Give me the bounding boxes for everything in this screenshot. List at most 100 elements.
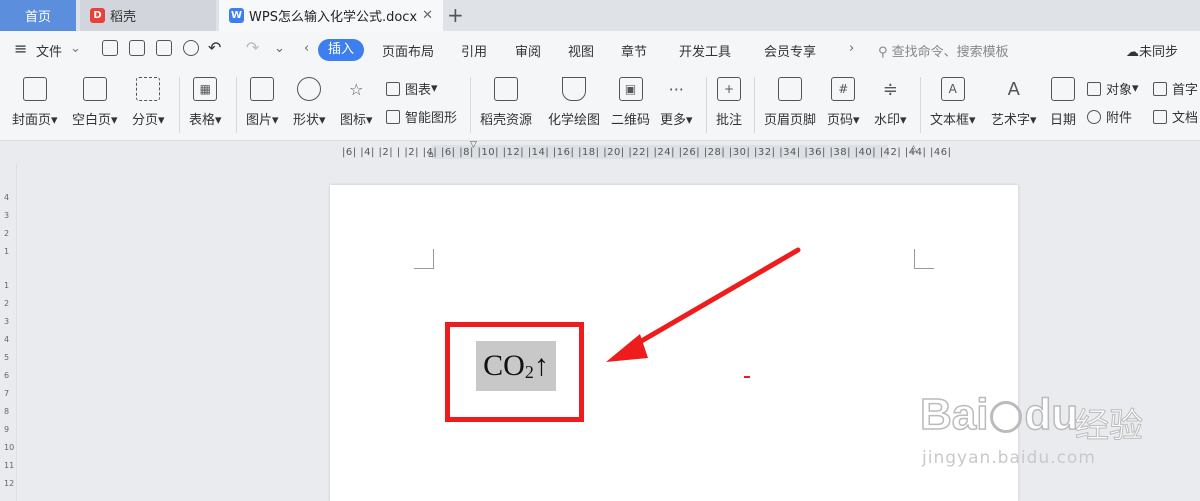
vruler-number: 3 — [4, 211, 10, 220]
tab-view[interactable]: 视图 — [568, 41, 594, 60]
chevron-down-icon[interactable]: ⌄ — [70, 41, 81, 56]
watermark-icon: ≑ — [882, 78, 898, 100]
page-break-label: 分页 — [132, 113, 159, 128]
chem-draw-button[interactable]: 化学绘图 — [548, 77, 600, 128]
right-indent-marker[interactable]: △ — [910, 144, 917, 154]
dropcap-icon — [1153, 81, 1167, 96]
insert-ribbon: 封面页▾ 空白页▾ 分页▾ ▦ 表格▾ 图片▾ 形状▾ ☆ 图标▾ 图表 ▾ 智能图形… — [0, 69, 1200, 141]
vruler-number: 2 — [4, 229, 10, 238]
dropcap-button[interactable]: 首字 — [1153, 79, 1198, 98]
cover-page-button[interactable]: 封面页▾ — [12, 77, 58, 128]
object-button[interactable]: 对象 ▾ — [1087, 79, 1139, 98]
tab-page-layout[interactable]: 页面布局 — [382, 41, 434, 60]
picture-button[interactable]: 图片▾ — [246, 77, 279, 128]
textbox-label: 文本框 — [930, 113, 970, 128]
tab-member[interactable]: 会员专享 — [764, 41, 816, 60]
divider — [470, 77, 471, 133]
tab-daoke-label: 稻壳 — [110, 10, 137, 25]
page-number-icon: # — [831, 77, 856, 101]
wordart-label: 艺术字 — [991, 113, 1031, 128]
calendar-icon — [1051, 77, 1075, 101]
document-part-icon — [1153, 109, 1167, 124]
first-line-indent-marker[interactable]: ▽ — [470, 140, 477, 150]
jingyan-text: 经验 — [1075, 406, 1144, 447]
watermark-button[interactable]: ≑ 水印▾ — [874, 77, 907, 129]
redo-icon[interactable]: ↷ — [246, 38, 259, 57]
divider — [920, 77, 921, 133]
baidu-jingyan-watermark: Bai du 经验 jingyan.baidu.com — [919, 370, 1150, 480]
daoke-resources-button[interactable]: 稻壳资源 — [480, 77, 532, 128]
tab-daoke[interactable]: D 稻壳 — [80, 0, 216, 31]
word-doc-icon: W — [229, 8, 244, 23]
vruler-number: 9 — [4, 425, 10, 434]
comment-icon: + — [717, 77, 741, 101]
tab-references[interactable]: 引用 — [461, 41, 487, 60]
vruler-number: 12 — [4, 479, 15, 488]
page-number-button[interactable]: # 页码▾ — [827, 77, 860, 128]
undo-icon[interactable]: ↶ — [208, 38, 221, 57]
table-label: 表格 — [189, 113, 216, 128]
qrcode-button[interactable]: ▣ 二维码 — [611, 77, 650, 128]
tab-home[interactable]: 首页 — [0, 0, 76, 31]
vruler-number: 8 — [4, 407, 10, 416]
hamburger-menu-icon[interactable]: ≡ — [14, 39, 27, 58]
print-icon[interactable] — [156, 40, 172, 56]
date-button[interactable]: 日期 — [1050, 77, 1076, 128]
vruler-number: 11 — [4, 461, 15, 470]
cloud-sync[interactable]: ☁未同步 — [1126, 41, 1178, 60]
sync-status: 未同步 — [1139, 45, 1179, 60]
more-button[interactable]: ··· 更多▾ — [660, 77, 693, 129]
comment-label: 批注 — [716, 113, 743, 128]
shape-button[interactable]: 形状▾ — [293, 77, 326, 128]
export-pdf-icon[interactable] — [129, 40, 145, 56]
dropcap-label: 首字 — [1172, 83, 1199, 98]
paw-icon — [990, 401, 1023, 434]
vruler-number: 5 — [4, 353, 10, 362]
save-icon[interactable] — [102, 40, 118, 56]
vruler-number: 4 — [4, 193, 10, 202]
annotation-highlight-box — [445, 322, 584, 422]
scroll-right-icon[interactable]: › — [849, 41, 854, 56]
textbox-icon: A — [940, 77, 965, 101]
table-button[interactable]: ▦ 表格▾ — [189, 77, 222, 128]
customize-toolbar-icon[interactable]: ⌄ — [274, 41, 285, 56]
command-search[interactable]: ⚲ 查找命令、搜索模板 — [878, 41, 1009, 60]
scroll-left-icon[interactable]: ‹ — [304, 41, 309, 56]
blank-page-button[interactable]: 空白页▾ — [72, 77, 118, 128]
document-part-button[interactable]: 文档 — [1153, 107, 1198, 126]
tab-chapter[interactable]: 章节 — [621, 41, 647, 60]
textbox-button[interactable]: A 文本框▾ — [930, 77, 976, 128]
add-tab-button[interactable]: + — [447, 3, 464, 27]
shape-label: 形状 — [293, 113, 320, 128]
tab-review[interactable]: 审阅 — [515, 41, 541, 60]
flask-icon — [562, 77, 586, 101]
tab-developer[interactable]: 开发工具 — [679, 41, 731, 60]
vruler-number: 1 — [4, 247, 10, 256]
tab-insert[interactable]: 插入 — [318, 39, 364, 61]
smart-art-button[interactable]: 智能图形 — [386, 107, 457, 126]
attachment-button[interactable]: 附件 — [1087, 107, 1132, 126]
icons-icon: ☆ — [349, 79, 364, 99]
wordart-button[interactable]: A 艺术字▾ — [991, 77, 1037, 129]
page-break-icon — [136, 77, 161, 101]
icon-library-button[interactable]: ☆ 图标▾ — [340, 77, 373, 129]
chart-button[interactable]: 图表 ▾ — [386, 79, 438, 98]
vruler-number: 3 — [4, 317, 10, 326]
tab-document[interactable]: W WPS怎么输入化学公式.docx ✕ — [219, 0, 443, 31]
page-break-button[interactable]: 分页▾ — [132, 77, 165, 128]
more-dots-icon: ··· — [668, 79, 684, 99]
print-preview-icon[interactable] — [183, 40, 199, 56]
page-number-label: 页码 — [827, 113, 854, 128]
comment-button[interactable]: + 批注 — [716, 77, 742, 128]
header-footer-button[interactable]: 页眉页脚 — [764, 77, 816, 128]
icon-library-label: 图标 — [340, 113, 367, 128]
cursor-mark — [744, 376, 750, 378]
object-label: 对象 — [1106, 83, 1133, 98]
close-tab-icon[interactable]: ✕ — [422, 8, 433, 23]
daoke-logo-icon: D — [90, 8, 105, 23]
left-indent-marker[interactable]: ⌂ — [428, 150, 434, 160]
vruler-number: 10 — [4, 443, 15, 452]
file-menu[interactable]: 文件 — [36, 41, 62, 60]
date-label: 日期 — [1050, 113, 1077, 128]
attachment-label: 附件 — [1106, 111, 1133, 126]
